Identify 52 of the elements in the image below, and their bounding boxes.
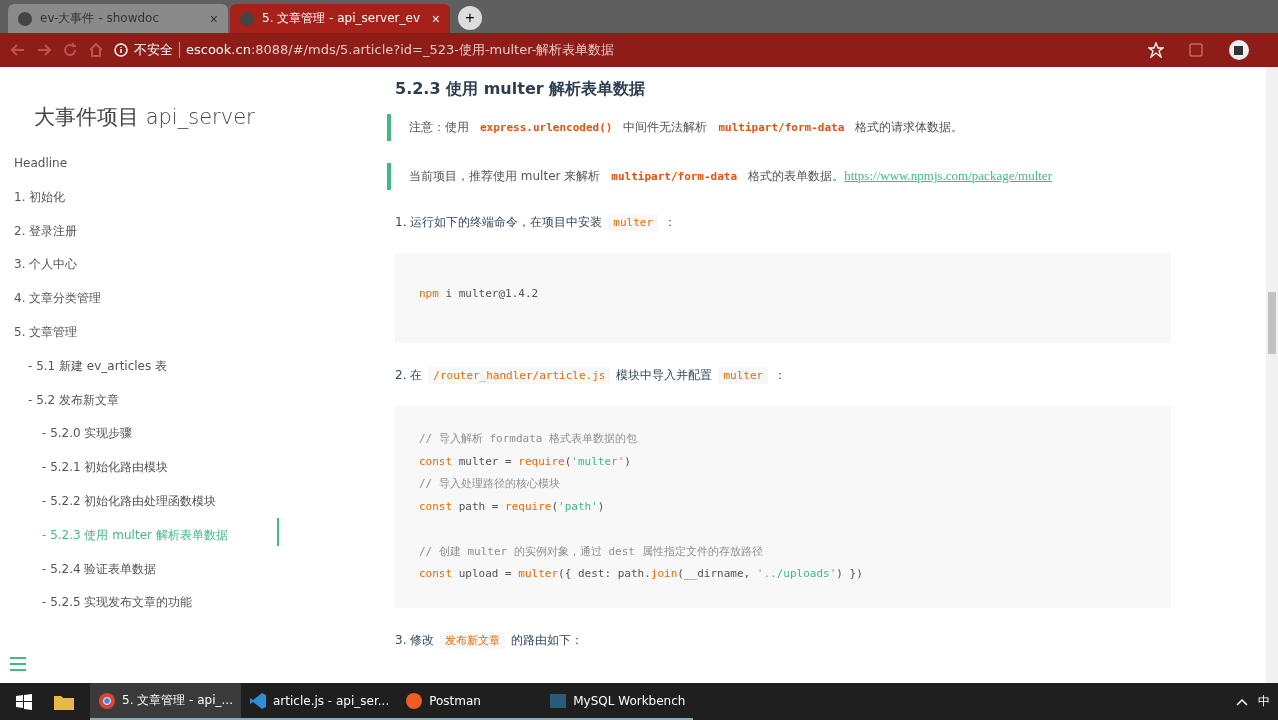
- close-button[interactable]: ×: [431, 10, 440, 27]
- toc-link[interactable]: Headline: [14, 156, 68, 170]
- code-block: npm i multer@1.4.2: [395, 253, 1171, 343]
- scrollbar[interactable]: [1266, 67, 1278, 683]
- taskbar-app-button[interactable]: 5. 文章管理 - api_...: [90, 683, 241, 720]
- step-paragraph: 3. 修改 发布新文章 的路由如下：: [395, 631, 585, 649]
- browser-tab[interactable]: 5. 文章管理 - api_server_ev ×: [230, 4, 450, 33]
- app-icon: [98, 691, 116, 710]
- taskbar-app-button[interactable]: article.js - api_ser...: [241, 683, 398, 720]
- app-icon: [249, 691, 267, 710]
- database-app-icon: [549, 691, 568, 710]
- input-method-indicator[interactable]: 中: [1258, 693, 1270, 710]
- folder-icon[interactable]: [54, 693, 74, 710]
- taskbar-app-button[interactable]: MySQL Workbench: [541, 683, 694, 720]
- toc-link[interactable]: - 5.1 新建 ev_articles 表: [28, 358, 168, 373]
- chevron-up-icon[interactable]: [1236, 697, 1248, 706]
- section-heading: 5.2.3 使用 multer 解析表单数据: [395, 79, 647, 100]
- security-label: 不安全: [134, 41, 173, 59]
- site-title: 大事件项目 api_server: [34, 104, 256, 131]
- tab-title: ev-大事件 - showdoc: [40, 10, 161, 27]
- close-button[interactable]: ×: [209, 10, 218, 27]
- home-icon[interactable]: [88, 42, 104, 58]
- toc-link[interactable]: - 5.2.1 初始化路由模块: [42, 460, 169, 475]
- step-paragraph: 1. 运行如下的终端命令，在项目中安装 multer ：: [395, 214, 677, 231]
- toc-link[interactable]: - 5.2.0 实现步骤: [42, 426, 133, 441]
- app-icon: [405, 691, 424, 710]
- note-paragraph: 注意：使用 express.urlencoded() 中间件无法解析 multipart/form-data 格式的请求体数据。: [387, 114, 1171, 141]
- taskbar-app-button[interactable]: Postman: [397, 683, 542, 720]
- note-paragraph: 当前项目，推荐使用 multer 来解析 multipart/form-data 格式的表单数据。https://www.npmjs.com/package/multer: [387, 163, 1171, 190]
- tab-title: 5. 文章管理 - api_server_ev: [262, 10, 421, 27]
- back-icon[interactable]: [10, 42, 26, 58]
- address-field[interactable]: escook.cn:8088/#/mds/5.article?id=_523-使用-multer-解析表单数据: [186, 41, 615, 59]
- forward-icon[interactable]: [36, 42, 52, 58]
- toc-link[interactable]: 3. 个人中心: [14, 257, 78, 272]
- toc-link[interactable]: - 5.2.5 实现发布文章的功能: [42, 595, 193, 610]
- info-icon[interactable]: [114, 43, 128, 57]
- toc-link[interactable]: 5. 文章管理: [14, 325, 78, 339]
- toc-link[interactable]: 4. 文章分类管理: [14, 291, 102, 306]
- toc-link[interactable]: - 5.2.2 初始化路由处理函数模块: [42, 493, 217, 508]
- code-block: // 导入解析 formdata 格式表单数据的包 const multer = require('multer') // 导入处理路径的核心模块 const path = require('path') // 创建 multer 的实例对象，通过 dest 属性指定文件的存放路径 const upload = multer({ dest: path.join(__dirname, '../uploads') }): [395, 406, 1171, 608]
- menu-icon[interactable]: [10, 657, 26, 671]
- toc-link[interactable]: - 5.2 发布新文章: [28, 392, 120, 407]
- browser-tab[interactable]: ev-大事件 - showdoc ×: [8, 4, 228, 33]
- avatar-icon[interactable]: [1228, 39, 1250, 61]
- star-icon[interactable]: [1148, 42, 1164, 58]
- step-paragraph: 2. 在 /router_handler/article.js 模块中导入并配置 multer ：: [395, 367, 788, 384]
- toc-link[interactable]: 1. 初始化: [14, 189, 66, 204]
- reload-icon[interactable]: [62, 42, 78, 58]
- windows-start-icon[interactable]: [16, 693, 32, 710]
- new-tab-button[interactable]: +: [458, 6, 482, 30]
- toc-link[interactable]: - 5.2.4 验证表单数据: [42, 561, 157, 576]
- toc-link[interactable]: 2. 登录注册: [14, 223, 78, 238]
